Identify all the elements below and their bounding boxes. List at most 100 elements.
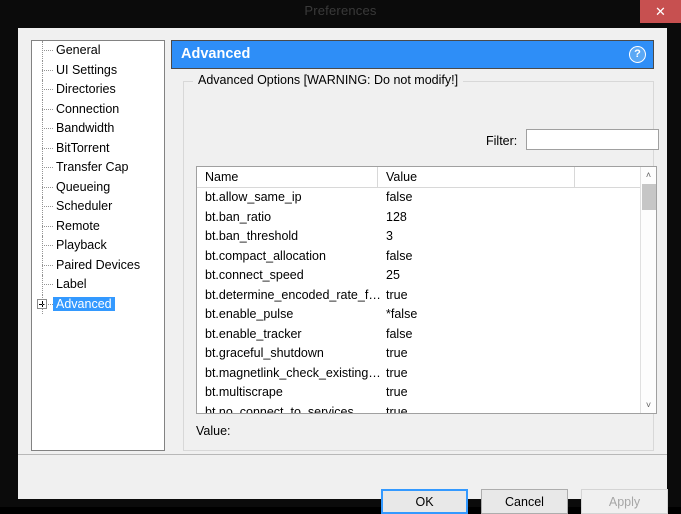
- sidebar-item-label: Connection: [56, 101, 120, 116]
- cell-name: bt.graceful_shutdown: [205, 346, 324, 360]
- sidebar-item-queueing[interactable]: Queueing: [32, 177, 164, 197]
- cell-value: true: [386, 365, 408, 380]
- sidebar-item-remote[interactable]: Remote: [32, 216, 164, 236]
- title-bar: Preferences ✕: [0, 0, 681, 26]
- sidebar-item-connection[interactable]: Connection: [32, 99, 164, 119]
- sidebar-item-label: Advanced: [53, 296, 115, 311]
- tree-connector: [42, 206, 53, 207]
- window-title: Preferences: [304, 3, 377, 18]
- cell-name: bt.no_connect_to_services: [205, 404, 354, 414]
- column-header-name[interactable]: Name: [197, 167, 378, 187]
- sidebar-item-transfer-cap[interactable]: Transfer Cap: [32, 158, 164, 178]
- cell-name: bt.ban_ratio: [205, 209, 272, 224]
- preferences-window: Preferences ✕ General UI Settings Direct…: [0, 0, 681, 514]
- tree-connector: [42, 186, 53, 188]
- cell-name: bt.ban_threshold: [205, 229, 299, 243]
- scrollbar-thumb[interactable]: [642, 184, 656, 210]
- table-row[interactable]: bt.magnetlink_check_existing_... true: [197, 364, 656, 384]
- tree-connector: [42, 284, 53, 285]
- cell-name: bt.enable_pulse: [205, 307, 294, 321]
- cell-name: bt.multiscrape: [205, 385, 283, 399]
- table-vertical-scrollbar[interactable]: ˄ ˅: [640, 167, 656, 413]
- dialog-button-bar: OK Cancel Apply: [18, 455, 668, 514]
- sidebar-item-label: Paired Devices: [56, 257, 141, 272]
- tree-connector: [42, 147, 53, 149]
- cell-value: true: [386, 346, 408, 360]
- sidebar-item-paired-devices[interactable]: Paired Devices: [32, 255, 164, 275]
- tree-connector: [42, 89, 53, 90]
- scroll-up-icon[interactable]: ˄: [641, 167, 656, 183]
- cell-value: *false: [386, 307, 418, 321]
- cell-value: true: [386, 385, 408, 399]
- close-icon[interactable]: ✕: [640, 0, 681, 23]
- table-row[interactable]: bt.enable_tracker false: [197, 325, 656, 345]
- cell-name: bt.magnetlink_check_existing_...: [205, 365, 381, 380]
- sidebar-item-directories[interactable]: Directories: [32, 80, 164, 100]
- tree-connector: [42, 69, 53, 71]
- sidebar-item-general[interactable]: General: [32, 41, 164, 61]
- sidebar-item-label: BitTorrent: [56, 140, 110, 155]
- tree-connector: [42, 245, 53, 246]
- cell-value: false: [386, 248, 413, 263]
- settings-category-tree[interactable]: General UI Settings Directories Connecti…: [31, 40, 165, 451]
- cell-value: false: [386, 326, 413, 341]
- cell-name: bt.allow_same_ip: [205, 190, 302, 204]
- cell-name: bt.connect_speed: [205, 268, 304, 282]
- sidebar-item-bittorrent[interactable]: BitTorrent: [32, 138, 164, 158]
- apply-button: Apply: [581, 489, 668, 514]
- sidebar-item-label: Playback: [56, 238, 107, 252]
- cancel-button[interactable]: Cancel: [481, 489, 568, 514]
- scroll-down-icon[interactable]: ˅: [641, 397, 656, 413]
- table-row[interactable]: bt.enable_pulse *false: [197, 305, 656, 325]
- tree-connector: [42, 128, 53, 129]
- tree-connector: [42, 50, 53, 51]
- cell-value: 3: [386, 229, 393, 243]
- sidebar-item-ui-settings[interactable]: UI Settings: [32, 60, 164, 80]
- cell-name: bt.determine_encoded_rate_fo...: [205, 287, 381, 302]
- advanced-options-table[interactable]: Name Value bt.allow_same_ip false bt.ban…: [196, 166, 657, 414]
- groupbox-legend: Advanced Options [WARNING: Do not modify…: [193, 73, 464, 87]
- cell-name: bt.compact_allocation: [205, 248, 326, 263]
- help-icon[interactable]: ?: [629, 46, 646, 63]
- cell-value: 25: [386, 268, 400, 282]
- table-row[interactable]: bt.determine_encoded_rate_fo... true: [197, 286, 656, 306]
- table-row[interactable]: bt.compact_allocation false: [197, 247, 656, 267]
- ok-button[interactable]: OK: [381, 489, 468, 514]
- table-row[interactable]: bt.ban_ratio 128: [197, 208, 656, 228]
- table-row[interactable]: bt.ban_threshold 3: [197, 227, 656, 247]
- tree-connector: [42, 303, 53, 305]
- tree-connector: [42, 167, 53, 168]
- table-row[interactable]: bt.no_connect_to_services true: [197, 403, 656, 414]
- dialog-body: General UI Settings Directories Connecti…: [18, 28, 668, 514]
- sidebar-item-label: UI Settings: [56, 62, 118, 77]
- table-row[interactable]: bt.multiscrape true: [197, 383, 656, 403]
- sidebar-item-playback[interactable]: Playback: [32, 236, 164, 256]
- sidebar-item-label: Scheduler: [56, 199, 113, 213]
- sidebar-item-advanced[interactable]: Advanced: [32, 294, 164, 314]
- page-header-bar: Advanced ?: [171, 40, 654, 69]
- column-header-value[interactable]: Value: [378, 167, 575, 187]
- sidebar-item-label: Label: [56, 277, 87, 291]
- table-body: bt.allow_same_ip false bt.ban_ratio 128 …: [197, 188, 656, 414]
- sidebar-item-label: Remote: [56, 218, 100, 233]
- value-label: Value:: [196, 424, 231, 438]
- filter-label: Filter:: [486, 134, 518, 148]
- tree-connector: [42, 225, 53, 227]
- sidebar-item-label: Queueing: [56, 179, 111, 194]
- table-row[interactable]: bt.graceful_shutdown true: [197, 344, 656, 364]
- tree-connector: [42, 264, 53, 266]
- sidebar-item-label: Transfer Cap: [56, 160, 129, 174]
- table-row[interactable]: bt.allow_same_ip false: [197, 188, 656, 208]
- filter-input[interactable]: [526, 129, 659, 150]
- sidebar-item-bandwidth[interactable]: Bandwidth: [32, 119, 164, 139]
- table-row[interactable]: bt.connect_speed 25: [197, 266, 656, 286]
- cell-value: true: [386, 404, 408, 414]
- sidebar-item-scheduler[interactable]: Scheduler: [32, 197, 164, 217]
- cell-value: false: [386, 190, 413, 204]
- cell-name: bt.enable_tracker: [205, 326, 302, 341]
- sidebar-item-label: Bandwidth: [56, 121, 115, 135]
- page-title: Advanced: [181, 46, 251, 62]
- table-header-row: Name Value: [197, 167, 656, 188]
- tree-connector: [42, 108, 53, 110]
- sidebar-item-label[interactable]: Label: [32, 275, 164, 295]
